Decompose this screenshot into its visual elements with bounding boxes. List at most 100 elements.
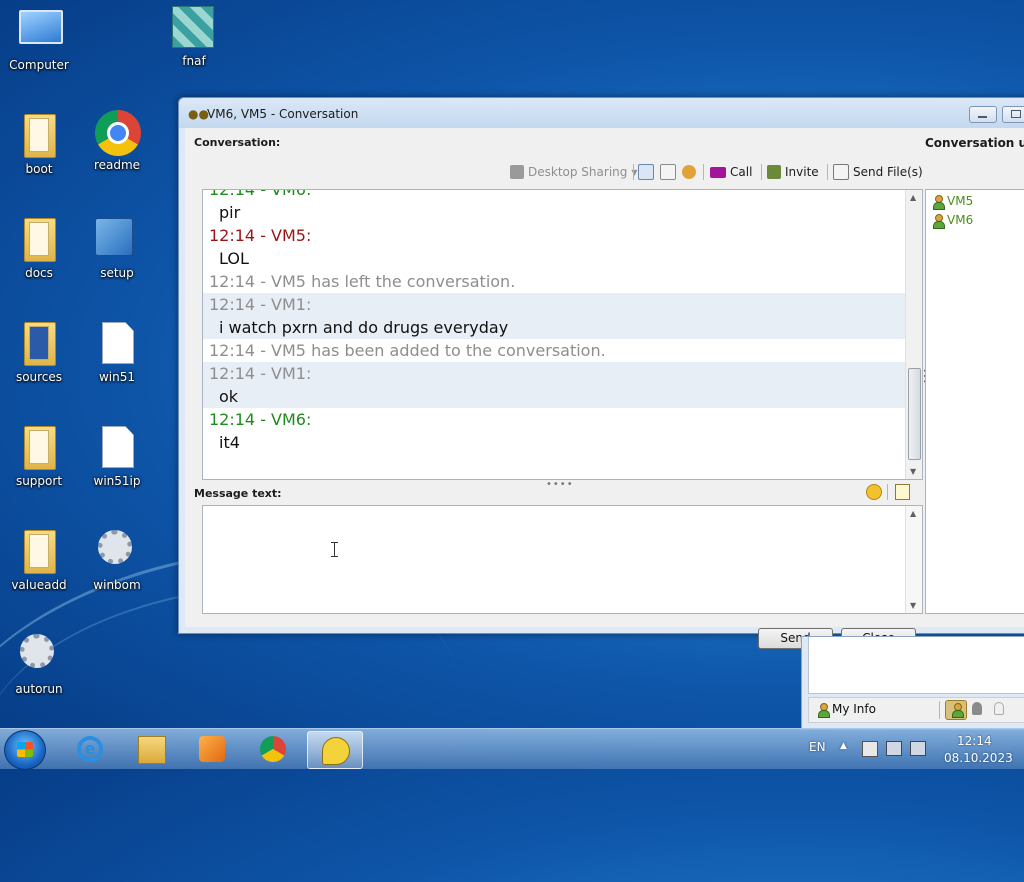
call-button[interactable]: Call bbox=[710, 163, 752, 181]
conversation-window: ●● VM6, VM5 - Conversation Conversation:… bbox=[178, 97, 1024, 649]
scroll-up-icon[interactable]: ▲ bbox=[910, 193, 916, 202]
message-header: 12:14 - VM5: bbox=[209, 226, 312, 245]
desktop-icon-computer[interactable]: Computer bbox=[0, 10, 78, 72]
desktop-icon-label: support bbox=[15, 474, 63, 488]
history-button[interactable] bbox=[638, 163, 654, 181]
text-format-icon[interactable] bbox=[895, 484, 910, 500]
status-offline-button[interactable] bbox=[989, 700, 1009, 718]
user-icon bbox=[932, 194, 945, 210]
desktop-icon-sources[interactable]: sources bbox=[0, 322, 78, 384]
desktop-icon-label: setup bbox=[100, 266, 134, 280]
scroll-down-icon[interactable]: ▼ bbox=[910, 467, 916, 476]
message-input-scrollbar[interactable]: ▲ ▼ bbox=[905, 506, 922, 613]
toolbar-separator bbox=[703, 164, 704, 180]
desktop-icon-docs[interactable]: docs bbox=[0, 218, 78, 280]
window-title: VM6, VM5 - Conversation bbox=[207, 107, 359, 121]
desktop-sharing-button[interactable]: Desktop Sharing ▼ bbox=[510, 163, 638, 181]
messenger-main-window: My Info bbox=[801, 636, 1024, 730]
text-cursor-icon bbox=[331, 542, 338, 557]
desktop-icon-label: win51ip bbox=[93, 474, 141, 488]
file-send-icon bbox=[833, 164, 849, 180]
user-item-vm5[interactable]: VM5 bbox=[932, 194, 973, 210]
maximize-button[interactable] bbox=[1002, 106, 1024, 123]
taskbar-messenger[interactable] bbox=[307, 731, 363, 769]
taskbar-media-player[interactable] bbox=[185, 731, 239, 767]
desktop-icon-autorun[interactable]: autorun bbox=[0, 634, 78, 696]
folder-icon bbox=[17, 322, 61, 366]
desktop-icon-support[interactable]: support bbox=[0, 426, 78, 488]
scroll-up-icon[interactable]: ▲ bbox=[910, 509, 916, 518]
taskbar-explorer[interactable] bbox=[124, 731, 178, 767]
media-player-icon bbox=[199, 736, 225, 762]
conversation-users-label: Conversation user bbox=[925, 136, 1024, 150]
desktop-icon-label: docs bbox=[25, 266, 53, 280]
monitor-icon bbox=[510, 165, 524, 179]
folder-icon bbox=[138, 736, 166, 764]
window-client: Conversation: Desktop Sharing ▼ Call Inv… bbox=[185, 128, 1024, 649]
clock-time[interactable]: 12:14 bbox=[957, 734, 992, 748]
desktop-icon-setup[interactable]: setup bbox=[78, 218, 156, 280]
user-item-vm6[interactable]: VM6 bbox=[932, 213, 973, 229]
desktop-icon-readme[interactable]: readme bbox=[78, 110, 156, 172]
status-online-button[interactable] bbox=[945, 700, 967, 720]
invite-button[interactable]: Invite bbox=[767, 163, 819, 181]
message-list: 12:14 - VM6: pir 12:14 - VM5: LOL 12:14 … bbox=[203, 190, 905, 479]
online-user-icon bbox=[951, 703, 964, 718]
conversation-scrollbar[interactable]: ▲ ▼ bbox=[905, 190, 922, 479]
message-body: ok bbox=[203, 385, 905, 408]
message-body: pir bbox=[219, 203, 241, 222]
taskbar-internet-explorer[interactable]: e bbox=[63, 731, 117, 767]
desktop-icon-valueadd[interactable]: valueadd bbox=[0, 530, 78, 592]
clock-date[interactable]: 08.10.2023 bbox=[944, 751, 1013, 765]
chat-bubble-icon bbox=[322, 737, 350, 765]
scroll-down-icon[interactable]: ▼ bbox=[910, 601, 916, 610]
folder-icon bbox=[17, 114, 61, 158]
desktop-icon-win51ip[interactable]: win51ip bbox=[78, 426, 156, 488]
status-away-button[interactable] bbox=[967, 700, 987, 718]
minimize-button[interactable] bbox=[969, 106, 997, 123]
desktop-icon-boot[interactable]: boot bbox=[0, 114, 78, 176]
folder-icon bbox=[17, 218, 61, 262]
desktop-icon-label: boot bbox=[25, 162, 53, 176]
settings-button[interactable] bbox=[682, 163, 696, 181]
invite-label: Invite bbox=[785, 165, 819, 179]
file-icon bbox=[95, 426, 139, 470]
folder-icon bbox=[17, 530, 61, 574]
language-indicator[interactable]: EN bbox=[809, 740, 826, 754]
message-header: 12:14 - VM1: bbox=[203, 362, 905, 385]
minimize-icon bbox=[978, 116, 987, 118]
smiley-icon[interactable] bbox=[866, 484, 882, 500]
conversation-log[interactable]: 12:14 - VM6: pir 12:14 - VM5: LOL 12:14 … bbox=[202, 189, 923, 480]
action-center-icon[interactable] bbox=[862, 741, 878, 757]
splitter-grip[interactable]: •••• bbox=[546, 479, 574, 490]
title-bar[interactable]: ●● VM6, VM5 - Conversation bbox=[179, 98, 1024, 128]
system-message: 12:14 - VM5 has left the conversation. bbox=[209, 272, 516, 291]
user-icon bbox=[817, 702, 830, 718]
desktop-icon-fnaf[interactable]: fnaf bbox=[155, 6, 233, 68]
taskbar-chrome[interactable] bbox=[246, 731, 300, 767]
start-button[interactable] bbox=[4, 730, 46, 770]
desktop-icon-label: Computer bbox=[9, 58, 69, 72]
my-info-button[interactable]: My Info bbox=[817, 702, 876, 718]
maximize-icon bbox=[1011, 110, 1021, 118]
message-input[interactable]: ▲ ▼ bbox=[202, 505, 923, 614]
user-icon bbox=[932, 213, 945, 229]
system-message: 12:14 - VM5 has been added to the conver… bbox=[209, 341, 606, 360]
preview-button[interactable] bbox=[660, 163, 676, 181]
desktop-icon-winbom[interactable]: winbom bbox=[78, 530, 156, 592]
folder-icon bbox=[17, 426, 61, 470]
desktop-icon-win51[interactable]: win51 bbox=[78, 322, 156, 384]
volume-muted-icon[interactable] bbox=[910, 741, 926, 756]
network-icon[interactable] bbox=[886, 741, 902, 756]
desktop-icon-label: sources bbox=[15, 370, 63, 384]
message-header: 12:14 - VM6: bbox=[203, 190, 905, 201]
call-label: Call bbox=[730, 165, 753, 179]
message-body: LOL bbox=[219, 249, 249, 268]
contact-list bbox=[808, 637, 1024, 694]
desktop-sharing-label: Desktop Sharing bbox=[528, 165, 628, 179]
show-hidden-icons-icon[interactable]: ▲ bbox=[840, 741, 847, 751]
send-files-button[interactable]: Send File(s) bbox=[833, 163, 923, 181]
file-icon bbox=[95, 322, 139, 366]
desktop-icon-label: valueadd bbox=[11, 578, 67, 592]
toolbar-separator bbox=[939, 701, 940, 719]
